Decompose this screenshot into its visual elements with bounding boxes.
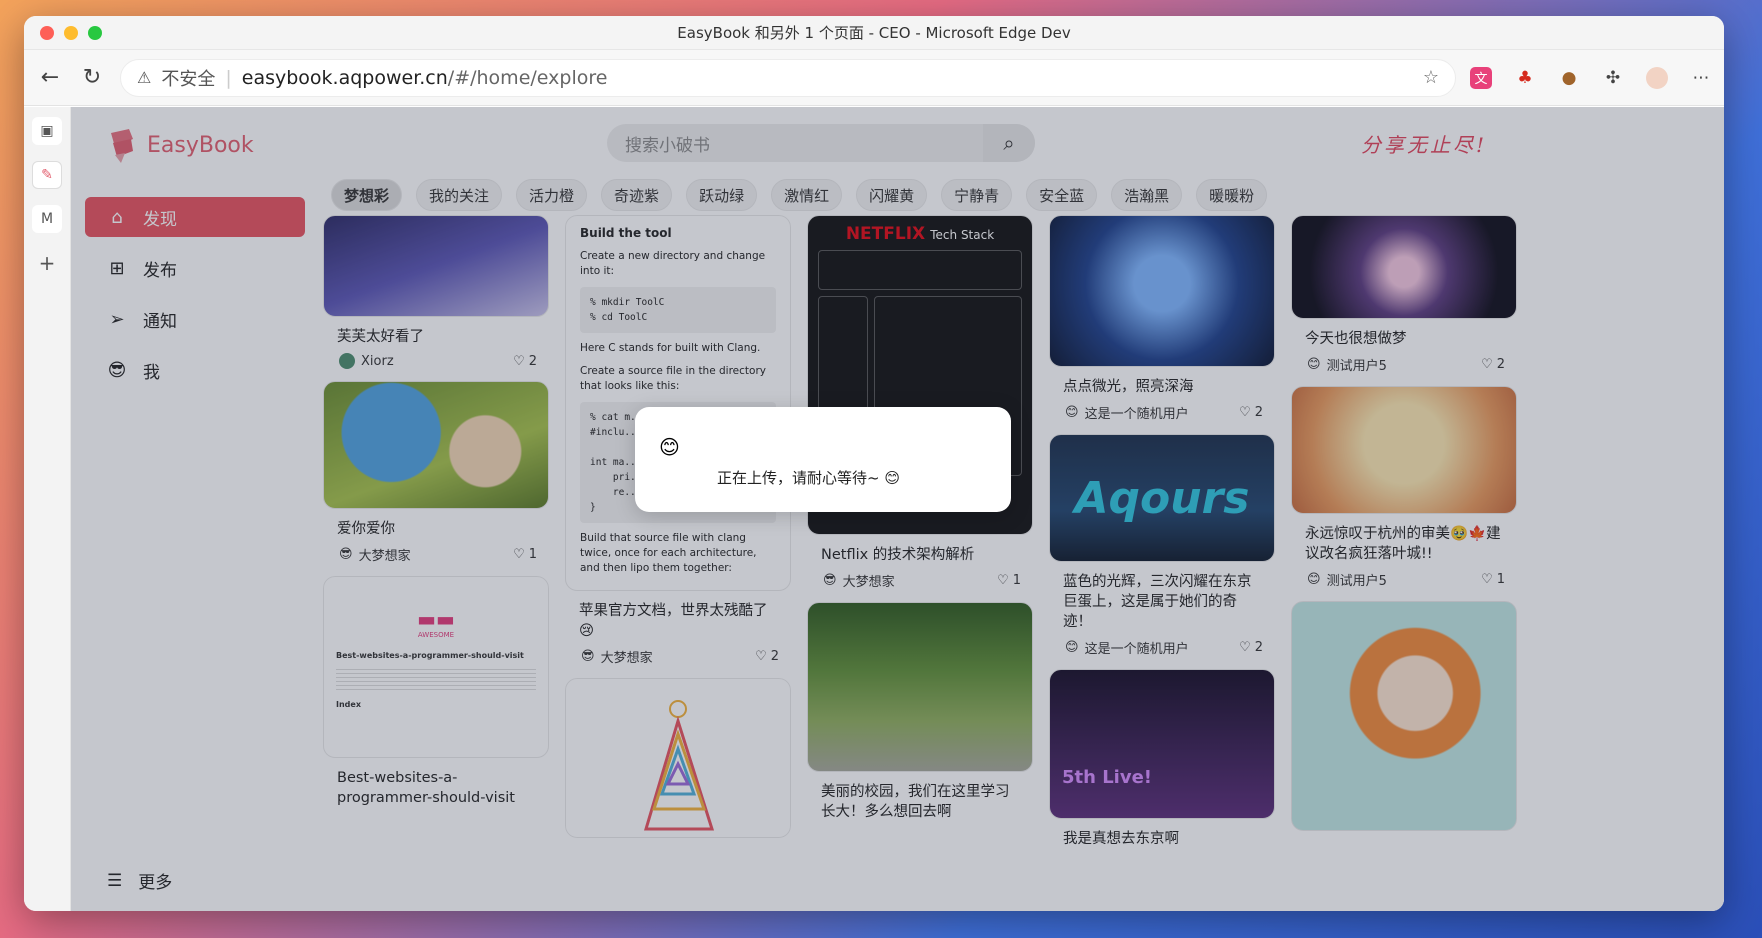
url-path: /#/home/explore — [447, 66, 608, 89]
zoom-window-button[interactable] — [88, 26, 102, 40]
warning-icon: ⚠ — [137, 68, 152, 87]
close-window-button[interactable] — [40, 26, 54, 40]
tab-m-label: M — [40, 211, 54, 227]
url-field[interactable]: ⚠ 不安全 | easybook.aqpower.cn/#/home/explo… — [120, 58, 1456, 97]
address-bar-row: ← ↻ ⚠ 不安全 | easybook.aqpower.cn/#/home/e… — [24, 50, 1724, 106]
new-tab-button[interactable]: + — [32, 249, 62, 277]
tab-actions-icon[interactable]: ▣ — [32, 117, 62, 145]
title-bar: EasyBook 和另外 1 个页面 - CEO - Microsoft Edg… — [24, 16, 1724, 50]
reload-icon: ↻ — [82, 65, 102, 90]
easybook-page: EasyBook 搜索小破书 ⌕ 分享无止尽! ⌂ 发现 ⊞ 发布 ➢ 通知 😎… — [71, 107, 1724, 911]
minimize-window-button[interactable] — [64, 26, 78, 40]
favorite-star-icon[interactable]: ☆ — [1423, 67, 1439, 88]
monkey-extension-icon[interactable]: ● — [1558, 67, 1580, 89]
url-separator: | — [225, 66, 232, 89]
back-arrow-icon: ← — [40, 65, 60, 90]
window-title: EasyBook 和另外 1 个页面 - CEO - Microsoft Edg… — [677, 24, 1071, 42]
tab-m[interactable]: M — [32, 205, 62, 233]
translate-extension-icon[interactable]: 文 — [1470, 66, 1492, 89]
maple-leaf-extension-icon[interactable]: ♣ — [1514, 67, 1536, 89]
reload-button[interactable]: ↻ — [78, 64, 106, 92]
easybook-tab-icon: ✎ — [41, 167, 53, 183]
window-controls — [40, 26, 102, 40]
more-menu-icon[interactable]: ⋯ — [1690, 67, 1712, 89]
tab-easybook[interactable]: ✎ — [32, 161, 62, 189]
browser-side-strip: ▣ ✎ M + — [24, 107, 71, 911]
back-button[interactable]: ← — [36, 64, 64, 92]
insecure-label: 不安全 — [161, 68, 216, 90]
puzzle-extension-icon[interactable]: ✣ — [1602, 67, 1624, 89]
extensions-bar: 文 ♣ ● ✣ ⋯ — [1470, 66, 1712, 89]
browser-window: EasyBook 和另外 1 个页面 - CEO - Microsoft Edg… — [24, 16, 1724, 911]
profile-avatar-icon[interactable] — [1646, 66, 1668, 89]
upload-toast: 😊 正在上传，请耐心等待~ 😊 — [635, 407, 1011, 512]
toast-message: 正在上传，请耐心等待~ 😊 — [717, 469, 900, 487]
toast-emoji: 😊 — [659, 435, 680, 459]
url-host: easybook.aqpower.cn — [241, 66, 448, 89]
